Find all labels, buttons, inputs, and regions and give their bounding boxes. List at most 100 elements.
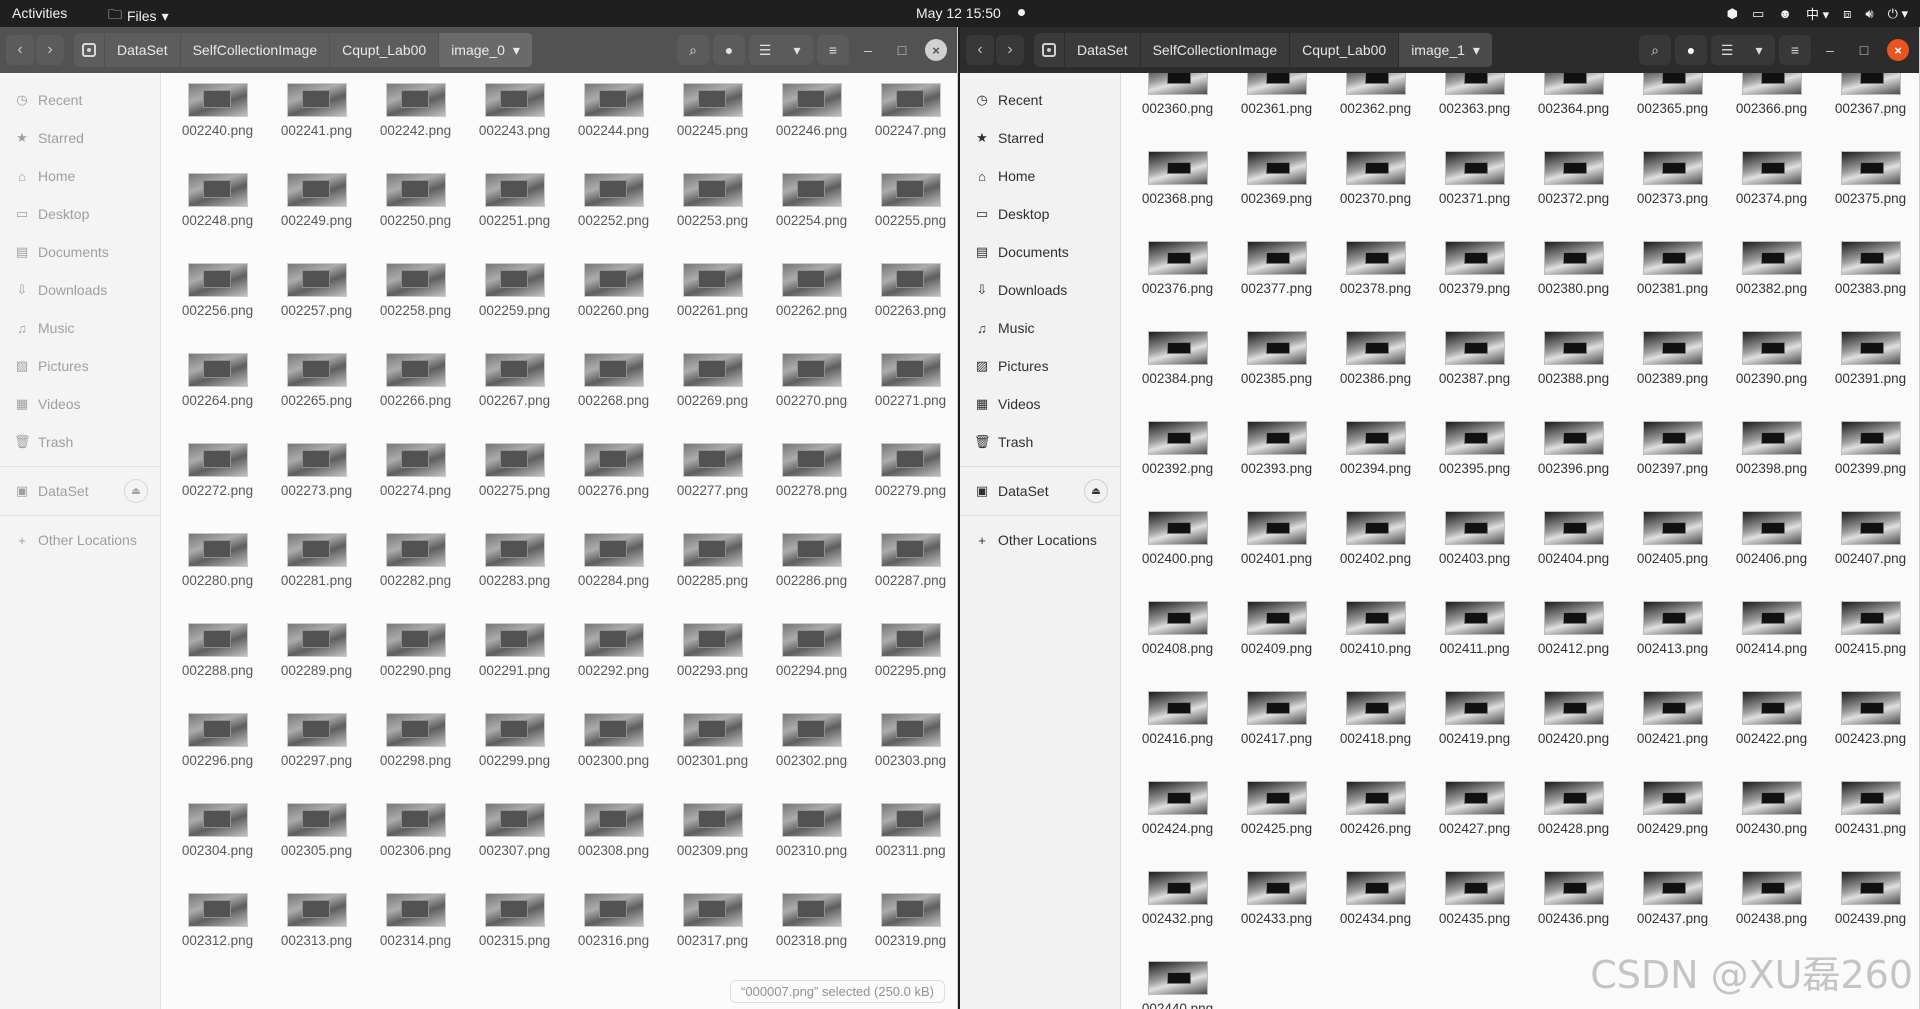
file-item[interactable]: 002267.png (465, 343, 564, 433)
file-item[interactable]: 002415.png (1821, 591, 1919, 681)
file-item[interactable]: 002302.png (762, 703, 861, 793)
file-item[interactable]: 002261.png (663, 253, 762, 343)
file-item[interactable]: 002376.png (1128, 231, 1227, 321)
file-item[interactable]: 002242.png (366, 73, 465, 163)
file-item[interactable]: 002268.png (564, 343, 663, 433)
file-item[interactable]: 002291.png (465, 613, 564, 703)
file-item[interactable]: 002263.png (861, 253, 957, 343)
file-item[interactable]: 002307.png (465, 793, 564, 883)
file-item[interactable]: 002383.png (1821, 231, 1919, 321)
file-item[interactable]: 002241.png (267, 73, 366, 163)
file-item[interactable]: 002284.png (564, 523, 663, 613)
file-item[interactable]: 002416.png (1128, 681, 1227, 771)
file-item[interactable]: 002439.png (1821, 861, 1919, 951)
file-item[interactable]: 002255.png (861, 163, 957, 253)
sidebar-item-starred[interactable]: ★ Starred (0, 119, 160, 157)
file-item[interactable]: 002256.png (168, 253, 267, 343)
file-item[interactable]: 002281.png (267, 523, 366, 613)
app-indicator-icon[interactable]: ⬢ (1727, 6, 1738, 22)
file-item[interactable]: 002363.png (1425, 73, 1524, 141)
main-menu-button[interactable]: ≡ (1779, 35, 1811, 65)
sidebar-item-music[interactable]: ♫ Music (960, 309, 1120, 347)
file-item[interactable]: 002299.png (465, 703, 564, 793)
file-item[interactable]: 002272.png (168, 433, 267, 523)
file-item[interactable]: 002364.png (1524, 73, 1623, 141)
file-item[interactable]: 002430.png (1722, 771, 1821, 861)
file-item[interactable]: 002254.png (762, 163, 861, 253)
file-item[interactable]: 002295.png (861, 613, 957, 703)
file-grid-area[interactable]: 002240.png 002241.png 002242.png 002243.png… (162, 73, 957, 1009)
file-item[interactable]: 002293.png (663, 613, 762, 703)
file-item[interactable]: 002314.png (366, 883, 465, 973)
volume-icon[interactable]: 🔊︎ (1865, 6, 1873, 22)
file-item[interactable]: 002378.png (1326, 231, 1425, 321)
file-item[interactable]: 002273.png (267, 433, 366, 523)
sidebar-item-documents[interactable]: ▤ Documents (0, 233, 160, 271)
breadcrumb-current-folder[interactable]: image_0 ▾ (439, 33, 533, 67)
file-item[interactable]: 002369.png (1227, 141, 1326, 231)
file-item[interactable]: 002277.png (663, 433, 762, 523)
file-item[interactable]: 002438.png (1722, 861, 1821, 951)
file-item[interactable]: 002377.png (1227, 231, 1326, 321)
breadcrumb-cqupt-lab00[interactable]: Cqupt_Lab00 (1290, 33, 1400, 67)
file-item[interactable]: 002316.png (564, 883, 663, 973)
file-item[interactable]: 002313.png (267, 883, 366, 973)
file-item[interactable]: 002394.png (1326, 411, 1425, 501)
file-item[interactable]: 002374.png (1722, 141, 1821, 231)
file-item[interactable]: 002361.png (1227, 73, 1326, 141)
close-button[interactable]: × (1883, 35, 1913, 65)
file-item[interactable]: 002283.png (465, 523, 564, 613)
file-item[interactable]: 002288.png (168, 613, 267, 703)
forward-button[interactable]: › (36, 35, 64, 65)
file-item[interactable]: 002371.png (1425, 141, 1524, 231)
file-item[interactable]: 002384.png (1128, 321, 1227, 411)
file-item[interactable]: 002435.png (1425, 861, 1524, 951)
file-item[interactable]: 002402.png (1326, 501, 1425, 591)
file-item[interactable]: 002404.png (1524, 501, 1623, 591)
file-item[interactable]: 002429.png (1623, 771, 1722, 861)
eject-icon[interactable]: ⏏ (1084, 479, 1108, 503)
sidebar-item-trash[interactable]: 🗑︎ Trash (960, 423, 1120, 461)
sidebar-item-videos[interactable]: ▦ Videos (960, 385, 1120, 423)
sidebar-item-desktop[interactable]: ▭ Desktop (0, 195, 160, 233)
files-app-menu[interactable]: 🗀 Files ▾ (108, 4, 169, 28)
file-item[interactable]: 002431.png (1821, 771, 1919, 861)
file-item[interactable]: 002379.png (1425, 231, 1524, 321)
sidebar-device-dataset[interactable]: ▣ DataSet ⏏ (0, 472, 160, 510)
file-item[interactable]: 002306.png (366, 793, 465, 883)
file-item[interactable]: 002312.png (168, 883, 267, 973)
back-button[interactable]: ‹ (6, 35, 34, 65)
file-item[interactable]: 002440.png (1128, 951, 1227, 1009)
file-item[interactable]: 002414.png (1722, 591, 1821, 681)
file-item[interactable]: 002290.png (366, 613, 465, 703)
file-item[interactable]: 002309.png (663, 793, 762, 883)
file-item[interactable]: 002259.png (465, 253, 564, 343)
file-item[interactable]: 002381.png (1623, 231, 1722, 321)
file-item[interactable]: 002391.png (1821, 321, 1919, 411)
file-item[interactable]: 002409.png (1227, 591, 1326, 681)
file-item[interactable]: 002419.png (1425, 681, 1524, 771)
cat-icon[interactable]: ☻ (1778, 6, 1792, 21)
breadcrumb-dataset[interactable]: DataSet (1065, 33, 1141, 67)
file-item[interactable]: 002423.png (1821, 681, 1919, 771)
file-item[interactable]: 002418.png (1326, 681, 1425, 771)
file-item[interactable]: 002436.png (1524, 861, 1623, 951)
file-item[interactable]: 002366.png (1722, 73, 1821, 141)
search-button[interactable]: ⌕ (677, 35, 709, 65)
file-item[interactable]: 002360.png (1128, 73, 1227, 141)
file-item[interactable]: 002304.png (168, 793, 267, 883)
sidebar-item-pictures[interactable]: ▨ Pictures (960, 347, 1120, 385)
minimize-button[interactable]: – (853, 35, 883, 65)
sidebar-item-starred[interactable]: ★ Starred (960, 119, 1120, 157)
file-item[interactable]: 002403.png (1425, 501, 1524, 591)
file-item[interactable]: 002245.png (663, 73, 762, 163)
file-item[interactable]: 002413.png (1623, 591, 1722, 681)
file-item[interactable]: 002408.png (1128, 591, 1227, 681)
file-item[interactable]: 002262.png (762, 253, 861, 343)
file-item[interactable]: 002406.png (1722, 501, 1821, 591)
sidebar-device-dataset[interactable]: ▣ DataSet ⏏ (960, 472, 1120, 510)
back-button[interactable]: ‹ (966, 35, 994, 65)
power-icon[interactable]: ⏻ ▾ (1888, 6, 1908, 22)
file-item[interactable]: 002389.png (1623, 321, 1722, 411)
file-item[interactable]: 002274.png (366, 433, 465, 523)
